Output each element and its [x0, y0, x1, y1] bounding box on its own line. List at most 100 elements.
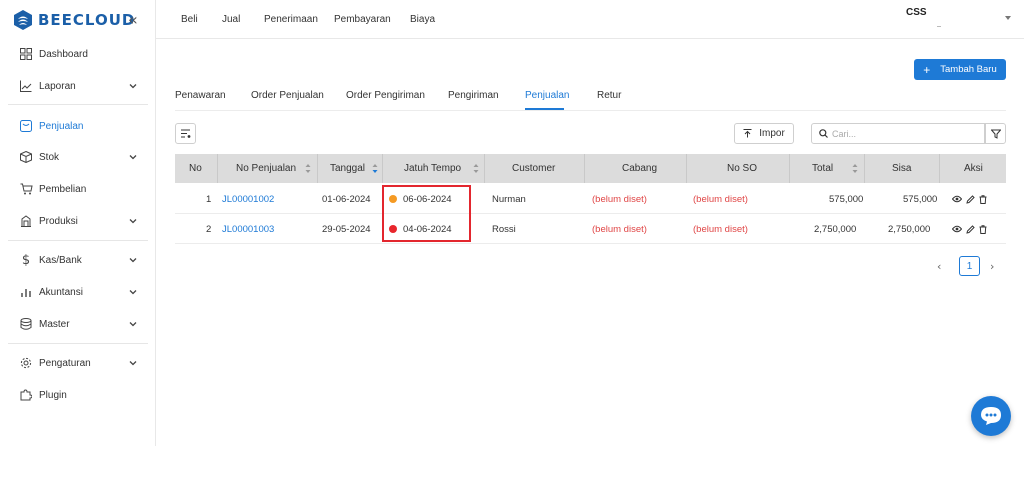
sidebar-item-label: Pengaturan — [39, 357, 91, 369]
topnav-pembayaran[interactable]: Pembayaran — [334, 14, 391, 25]
cell-customer: Nurman — [492, 193, 526, 205]
pagination-prev-icon[interactable]: ‹ — [937, 260, 941, 273]
puzzle-icon — [19, 388, 33, 402]
sidebar-item-akuntansi[interactable]: Akuntansi — [0, 278, 148, 306]
sidebar: BEECLOUD « Dashboard Laporan Penjualan S… — [0, 0, 156, 446]
sidebar-item-label: Plugin — [39, 389, 67, 401]
active-tab-indicator — [525, 108, 564, 110]
cell-sisa: 575,000 — [903, 193, 938, 205]
tab-order-penjualan[interactable]: Order Penjualan — [251, 90, 324, 101]
gear-icon — [19, 356, 33, 370]
tab-penjualan[interactable]: Penjualan — [525, 90, 569, 101]
chevron-down-icon — [129, 361, 137, 366]
box-icon — [19, 150, 33, 164]
sidebar-item-plugin[interactable]: Plugin — [0, 381, 148, 409]
chevron-down-icon — [129, 84, 137, 89]
cell-sisa: 2,750,000 — [888, 223, 931, 235]
edit-icon[interactable] — [966, 224, 975, 234]
cell-no: 2 — [206, 223, 212, 235]
col-header-tanggal[interactable]: Tanggal — [330, 154, 365, 183]
sidebar-item-label: Master — [39, 318, 70, 330]
table-row[interactable]: 1 JL00001002 01-06-2024 06-06-2024 Nurma… — [175, 184, 1006, 214]
tabs-divider — [175, 110, 1006, 111]
row-actions — [952, 184, 991, 214]
col-header-no-so: No SO — [727, 163, 758, 174]
cell-tanggal: 29-05-2024 — [322, 223, 371, 235]
topnav-jual[interactable]: Jual — [222, 14, 240, 25]
cell-no: 1 — [206, 193, 212, 205]
view-icon[interactable] — [952, 225, 962, 233]
chevron-down-icon — [129, 290, 137, 295]
upload-icon — [743, 129, 752, 138]
delete-icon[interactable] — [979, 224, 987, 234]
user-menu-name[interactable]: CSS — [906, 7, 927, 18]
grid-icon — [19, 47, 33, 61]
delete-icon[interactable] — [979, 194, 987, 204]
add-new-button[interactable]: + Tambah Baru — [914, 59, 1006, 80]
sort-icon[interactable] — [473, 163, 479, 174]
chat-support-button[interactable] — [971, 396, 1011, 436]
sale-number-link[interactable]: JL00001003 — [222, 214, 274, 244]
due-date-highlight-box — [382, 185, 471, 242]
chevron-down-icon — [129, 219, 137, 224]
sort-icon[interactable] — [305, 163, 311, 174]
column-separator — [789, 154, 790, 183]
edit-icon[interactable] — [966, 194, 975, 204]
beecloud-logo-icon — [14, 10, 32, 30]
brand-logo[interactable]: BEECLOUD — [13, 9, 135, 31]
column-separator — [584, 154, 585, 183]
column-settings-button[interactable] — [175, 123, 196, 144]
sort-active-icon[interactable] — [372, 163, 378, 174]
dollar-icon: $ — [21, 252, 31, 268]
column-separator — [864, 154, 865, 183]
column-separator — [686, 154, 687, 183]
sidebar-item-master[interactable]: Master — [0, 310, 148, 338]
cell-total: 2,750,000 — [814, 223, 857, 235]
user-menu-caret-icon[interactable] — [1005, 16, 1011, 20]
col-header-cabang: Cabang — [622, 163, 658, 174]
search-input[interactable] — [832, 127, 977, 141]
row-actions — [952, 214, 991, 244]
sidebar-item-pembelian[interactable]: Pembelian — [0, 175, 148, 203]
chart-line-icon — [19, 79, 33, 93]
tab-retur[interactable]: Retur — [597, 90, 621, 101]
topnav-penerimaan[interactable]: Penerimaan — [264, 14, 318, 25]
sidebar-item-label: Penjualan — [39, 120, 84, 132]
column-separator — [939, 154, 940, 183]
sidebar-item-dashboard[interactable]: Dashboard — [0, 40, 148, 68]
pagination-page-current[interactable]: 1 — [959, 256, 980, 276]
chevron-down-icon — [129, 155, 137, 160]
table-header: No No Penjualan Tanggal Jatuh Tempo Cust… — [175, 154, 1006, 183]
sidebar-item-laporan[interactable]: Laporan — [0, 72, 148, 100]
chat-bubble-icon — [981, 407, 1001, 425]
col-header-aksi: Aksi — [964, 163, 983, 174]
view-icon[interactable] — [952, 195, 962, 203]
sidebar-item-produksi[interactable]: Produksi — [0, 207, 148, 235]
pagination-next-icon[interactable]: › — [990, 260, 994, 273]
column-separator — [484, 154, 485, 183]
sidebar-item-label: Akuntansi — [39, 286, 83, 298]
import-button[interactable]: Impor — [734, 123, 794, 144]
filter-button[interactable] — [985, 123, 1006, 144]
sidebar-divider — [8, 104, 148, 105]
column-separator — [382, 154, 383, 183]
sidebar-item-stok[interactable]: Stok — [0, 143, 148, 171]
topnav-beli[interactable]: Beli — [181, 14, 198, 25]
sidebar-item-penjualan[interactable]: Penjualan — [0, 112, 148, 140]
sidebar-item-kas-bank[interactable]: $ Kas/Bank — [0, 246, 148, 274]
sort-icon[interactable] — [852, 163, 858, 174]
table-row[interactable]: 2 JL00001003 29-05-2024 04-06-2024 Rossi… — [175, 214, 1006, 244]
col-header-no-penjualan[interactable]: No Penjualan — [236, 154, 296, 183]
col-header-jatuh-tempo[interactable]: Jatuh Tempo — [404, 154, 461, 183]
column-settings-icon — [180, 129, 190, 138]
col-header-total[interactable]: Total — [812, 154, 833, 183]
topnav-biaya[interactable]: Biaya — [410, 14, 435, 25]
tab-order-pengiriman[interactable]: Order Pengiriman — [346, 90, 425, 101]
chevron-down-icon — [129, 322, 137, 327]
tab-penawaran[interactable]: Penawaran — [175, 90, 226, 101]
sale-number-link[interactable]: JL00001002 — [222, 184, 274, 214]
collapse-sidebar-icon[interactable]: « — [128, 10, 138, 29]
sidebar-item-pengaturan[interactable]: Pengaturan — [0, 349, 148, 377]
tab-pengiriman[interactable]: Pengiriman — [448, 90, 499, 101]
cell-total: 575,000 — [829, 193, 864, 205]
